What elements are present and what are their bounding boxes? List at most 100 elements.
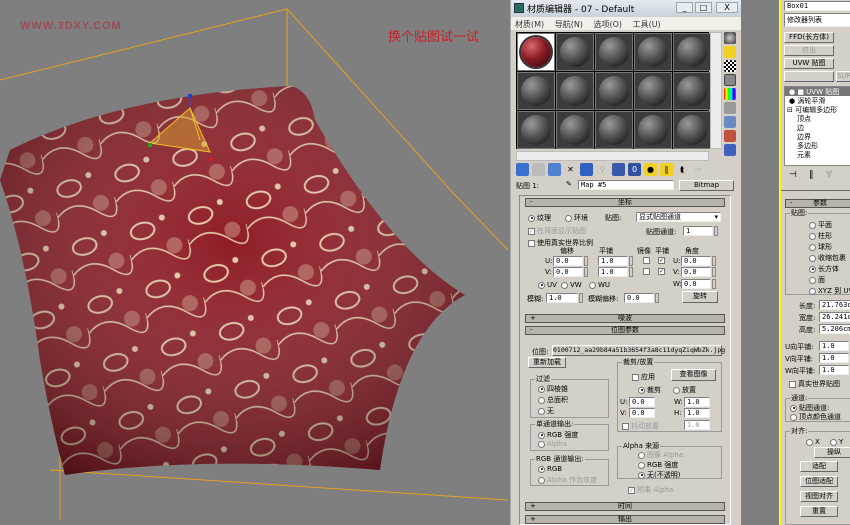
material-slot[interactable]: [634, 72, 672, 110]
stack-item-edge[interactable]: 边: [785, 123, 850, 132]
slots-horizontal-scrollbar[interactable]: [516, 151, 709, 161]
rollout-coordinates-header[interactable]: - 坐标: [525, 198, 725, 207]
menu-options[interactable]: 选项(O): [593, 20, 622, 29]
map-name-field[interactable]: Map #5: [578, 180, 674, 190]
surf-button[interactable]: SURF: [836, 71, 850, 82]
options-icon[interactable]: [724, 116, 736, 128]
show-map-icon[interactable]: ●: [644, 163, 657, 176]
background-checker-icon[interactable]: [724, 60, 736, 72]
empty-modifier-button[interactable]: [784, 71, 834, 82]
rollout-noise-header[interactable]: + 噪波: [525, 314, 725, 323]
rgb-radio[interactable]: RGB: [538, 465, 562, 473]
w-tile-field[interactable]: 1.0: [819, 365, 849, 375]
mapping-option-radio[interactable]: 面: [809, 275, 825, 285]
width-field[interactable]: 26.241c: [819, 312, 850, 322]
maximize-button[interactable]: □: [695, 2, 712, 13]
mapping-option-radio[interactable]: 球形: [809, 242, 832, 252]
show-end-result-icon[interactable]: ‖: [809, 170, 814, 180]
make-preview-icon[interactable]: [724, 102, 736, 114]
u-offset-spinner[interactable]: [584, 256, 588, 266]
video-color-check-icon[interactable]: [724, 88, 736, 100]
mapping-option-radio[interactable]: XYZ 到 UVW: [809, 286, 850, 296]
view-image-button[interactable]: 查看图像: [671, 369, 716, 381]
stack-item-border[interactable]: 边界: [785, 132, 850, 141]
get-material-icon[interactable]: [516, 163, 529, 176]
premultiplied-alpha-checkbox[interactable]: ✓ 预乘 Alpha: [628, 485, 673, 495]
mono-alpha-radio[interactable]: Alpha: [538, 440, 567, 448]
rollout-bitmap-params-header[interactable]: - 位图参数: [525, 326, 725, 335]
jitter-field[interactable]: 1.0: [684, 420, 710, 430]
v-angle-spinner[interactable]: [712, 267, 716, 277]
u-mirror-checkbox[interactable]: [643, 256, 652, 264]
wu-radio[interactable]: WU: [589, 281, 610, 289]
map-type-button[interactable]: Bitmap: [679, 180, 734, 191]
crop-radio[interactable]: 裁剪: [638, 385, 661, 395]
v-tile-field[interactable]: 1.0: [819, 353, 849, 363]
stack-item-uvw-map[interactable]: ● ■ UVW 贴图: [785, 87, 850, 96]
u-tile-field[interactable]: 1.0: [819, 341, 849, 351]
u-tiling-spinner[interactable]: [629, 256, 633, 266]
view-align-button[interactable]: 视图对齐: [800, 491, 838, 502]
height-field[interactable]: 5.206cm: [819, 324, 850, 334]
align-y-radio[interactable]: Y: [830, 438, 843, 446]
put-to-scene-icon[interactable]: [532, 163, 545, 176]
rollout-time-header[interactable]: + 时间: [525, 502, 725, 511]
bitmap-path-button[interactable]: 0100712_aa29b84a51b3654f3a8c11dyqZiqWbZk…: [552, 345, 725, 356]
pin-stack-icon[interactable]: ⊣: [789, 170, 797, 180]
ffd-box-button[interactable]: FFD(长方体): [784, 32, 834, 43]
sample-type-icon[interactable]: [724, 32, 736, 44]
real-world-map-size-checkbox[interactable]: 真实世界贴图: [789, 379, 840, 389]
v-offset-field[interactable]: 0.0: [553, 267, 583, 277]
manipulate-button[interactable]: 操纵: [814, 447, 850, 458]
reset-button[interactable]: 重置: [800, 506, 838, 517]
slots-vertical-scrollbar[interactable]: [710, 32, 722, 149]
material-slot[interactable]: [595, 111, 633, 149]
material-id-icon[interactable]: [612, 163, 625, 176]
u-tile-checkbox[interactable]: ✓: [658, 256, 667, 264]
eyedropper-icon[interactable]: ✎: [566, 180, 572, 188]
vw-radio[interactable]: VW: [561, 281, 582, 289]
material-slot[interactable]: [595, 72, 633, 110]
rollout-output-header[interactable]: + 输出: [525, 515, 725, 524]
texture-radio[interactable]: 纹理: [528, 213, 551, 223]
fit-button[interactable]: 适配: [800, 461, 838, 472]
crop-u-field[interactable]: 0.0: [629, 397, 655, 407]
material-slot[interactable]: [673, 33, 711, 71]
w-angle-spinner[interactable]: [712, 279, 716, 289]
rotate-button[interactable]: 旋转: [682, 291, 718, 303]
perspective-viewport[interactable]: WWW.3DXY.COM 换个贴图试一试: [0, 0, 508, 525]
uvw-map-button[interactable]: UVW 贴图: [784, 58, 834, 69]
go-forward-sibling-icon[interactable]: ⇨: [692, 163, 705, 176]
v-angle-field[interactable]: 0.0: [681, 267, 711, 277]
alpha-as-gray-radio[interactable]: Alpha 作为灰度: [538, 475, 597, 485]
rollout-parameters-header[interactable]: - 参数: [785, 199, 850, 208]
length-field[interactable]: 21.763c: [819, 300, 850, 310]
stack-item-element[interactable]: 元素: [785, 150, 850, 158]
modifier-list-dropdown[interactable]: 修改器列表: [784, 13, 850, 27]
mapping-dropdown[interactable]: 显式贴图通道 ▾: [636, 212, 721, 222]
crop-v-field[interactable]: 0.0: [629, 408, 655, 418]
material-slot[interactable]: [595, 33, 633, 71]
u-tiling-field[interactable]: 1.0: [598, 256, 628, 266]
apply-checkbox[interactable]: 应用: [632, 372, 655, 382]
mono-rgb-intensity-radio[interactable]: RGB 强度: [538, 430, 578, 440]
material-slot[interactable]: [673, 72, 711, 110]
material-slot[interactable]: [556, 111, 594, 149]
material-slot[interactable]: [634, 33, 672, 71]
menu-material[interactable]: 材质(M): [515, 20, 544, 29]
mapping-option-radio[interactable]: 平面: [809, 220, 832, 230]
material-navigator-icon[interactable]: [724, 144, 736, 156]
show-end-result-icon[interactable]: ‖: [660, 163, 673, 176]
go-to-parent-icon[interactable]: ⮬: [676, 163, 689, 176]
map-channel-field[interactable]: 1: [683, 226, 713, 236]
filter-pyramidal-radio[interactable]: 四棱锥: [538, 384, 568, 394]
material-slot[interactable]: [517, 72, 555, 110]
reload-button[interactable]: 重新加载: [528, 357, 566, 368]
material-slot[interactable]: [556, 33, 594, 71]
stack-item-editable-poly[interactable]: ⊟ 可编辑多边形: [785, 105, 850, 114]
extrude-button[interactable]: 挤出: [784, 45, 834, 56]
put-to-library-icon[interactable]: ⚲: [596, 163, 609, 176]
environ-radio[interactable]: 环境: [565, 213, 588, 223]
crop-h-field[interactable]: 1.0: [684, 408, 710, 418]
filter-summed-area-radio[interactable]: 总面积: [538, 395, 568, 405]
